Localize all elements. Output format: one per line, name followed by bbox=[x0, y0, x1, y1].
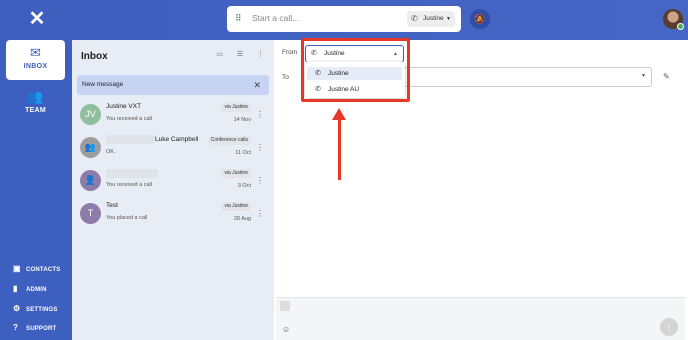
inbox-panel: Inbox ▭ ☰ ⋮ New message ✕ JV Justine VXT… bbox=[72, 40, 274, 340]
redacted-name bbox=[106, 169, 158, 178]
caller-id-select[interactable]: ✆ Justine ▼ bbox=[407, 11, 455, 27]
inbox-icon: ✉ bbox=[30, 45, 41, 60]
nav-support[interactable]: ? SUPPORT bbox=[13, 323, 56, 333]
inbox-toolbar: ▭ ☰ ⋮ bbox=[204, 50, 264, 58]
bar-chart-icon: ▮ bbox=[13, 284, 18, 293]
more-vert-icon[interactable]: ⋮ bbox=[256, 176, 264, 185]
conversation-date: 3 Oct bbox=[237, 183, 251, 189]
conversation-date: 14 Nov bbox=[233, 117, 251, 123]
new-message-label: New message bbox=[82, 81, 124, 88]
conversation-date: 11 Oct bbox=[235, 150, 251, 156]
left-nav: ✉ INBOX 👥 TEAM ▣ CONTACTS ▮ ADMIN ⚙ SETTING… bbox=[0, 40, 72, 340]
chevron-down-icon: ▼ bbox=[446, 16, 451, 22]
start-call-input[interactable]: Start a call... bbox=[252, 13, 299, 23]
edit-icon[interactable]: ✎ bbox=[663, 72, 670, 81]
bell-off-icon[interactable]: 🔕 bbox=[470, 9, 490, 29]
nav-settings-label: SETTINGS bbox=[26, 307, 58, 313]
annotation-arrow bbox=[338, 118, 341, 180]
compose-icon[interactable]: ▭ bbox=[216, 51, 223, 58]
nav-admin[interactable]: ▮ ADMIN bbox=[13, 284, 47, 294]
user-avatar[interactable] bbox=[663, 9, 684, 30]
list-item[interactable]: JV Justine VXT You received a call via J… bbox=[77, 101, 269, 131]
avatar: JV bbox=[80, 104, 101, 125]
close-icon[interactable]: ✕ bbox=[253, 75, 261, 95]
nav-contacts[interactable]: ▣ CONTACTS bbox=[13, 264, 61, 274]
redacted-name bbox=[106, 135, 154, 144]
avatar: T bbox=[80, 203, 101, 224]
dialpad-icon[interactable]: ⠿ bbox=[235, 12, 246, 24]
list-item[interactable]: T Test You placed a call via Justine 28 … bbox=[77, 200, 269, 230]
contact-name: Luke Campbell bbox=[155, 136, 199, 143]
chevron-down-icon[interactable]: ▼ bbox=[641, 73, 646, 79]
new-message-item[interactable]: New message ✕ bbox=[77, 75, 269, 95]
nav-team-label: TEAM bbox=[24, 107, 47, 114]
nav-inbox-label: INBOX bbox=[23, 63, 48, 70]
gear-icon: ⚙ bbox=[13, 304, 21, 313]
to-input[interactable]: ▼ bbox=[404, 67, 652, 87]
person-avatar-icon: 👤 bbox=[80, 170, 101, 191]
nav-support-label: SUPPORT bbox=[26, 326, 57, 332]
more-vert-icon[interactable]: ⋮ bbox=[256, 110, 264, 119]
nav-admin-label: ADMIN bbox=[26, 287, 47, 293]
conversation-summary: OK. bbox=[106, 149, 116, 155]
nav-contacts-label: CONTACTS bbox=[26, 267, 61, 273]
conversation-summary: You placed a call bbox=[106, 215, 148, 221]
highlight-box bbox=[301, 38, 410, 102]
status-dot bbox=[677, 23, 684, 30]
top-bar: ✕ ⠿ Start a call... ✆ Justine ▼ 🔕 bbox=[0, 0, 688, 40]
conversation-summary: You received a call bbox=[106, 116, 152, 122]
nav-inbox[interactable]: ✉ INBOX bbox=[6, 40, 65, 80]
list-item[interactable]: 👥 Luke Campbell OK. Conference calls 11 … bbox=[77, 134, 269, 164]
attachment-thumbnail bbox=[280, 301, 290, 311]
call-bar: ⠿ Start a call... ✆ Justine ▼ bbox=[227, 6, 461, 32]
more-vert-icon[interactable]: ⋮ bbox=[256, 209, 264, 218]
phone-icon: ✆ bbox=[411, 14, 418, 23]
emoji-icon[interactable]: ☺ bbox=[282, 325, 290, 334]
conversation-summary: You received a call bbox=[106, 182, 152, 188]
contact-name: Test bbox=[106, 202, 118, 209]
via-badge: Conference calls bbox=[207, 136, 251, 145]
via-badge: via Justine bbox=[221, 169, 251, 178]
conversation-date: 28 Aug bbox=[233, 216, 251, 222]
nav-team[interactable]: 👥 TEAM bbox=[6, 84, 65, 124]
x-logo-icon[interactable]: ✕ bbox=[26, 8, 48, 30]
more-vert-icon[interactable]: ⋮ bbox=[256, 143, 264, 152]
filter-icon[interactable]: ☰ bbox=[237, 51, 243, 58]
help-icon: ? bbox=[13, 323, 19, 332]
group-avatar-icon: 👥 bbox=[80, 137, 101, 158]
from-label: From bbox=[282, 49, 298, 56]
inbox-title: Inbox bbox=[81, 51, 108, 62]
via-badge: via Justine bbox=[221, 202, 251, 211]
team-icon: 👥 bbox=[27, 89, 44, 104]
nav-settings[interactable]: ⚙ SETTINGS bbox=[13, 304, 58, 314]
to-label: To bbox=[282, 74, 289, 81]
more-vert-icon[interactable]: ⋮ bbox=[257, 51, 264, 58]
message-input[interactable]: ☺ ↑ bbox=[276, 297, 685, 340]
caller-id-label: Justine bbox=[423, 15, 444, 22]
list-item[interactable]: 👤 You received a call via Justine 3 Oct … bbox=[77, 167, 269, 197]
contact-name: Justine VXT bbox=[106, 103, 142, 110]
via-badge: via Justine bbox=[221, 103, 251, 112]
contacts-icon: ▣ bbox=[13, 264, 21, 273]
send-button[interactable]: ↑ bbox=[660, 318, 678, 336]
